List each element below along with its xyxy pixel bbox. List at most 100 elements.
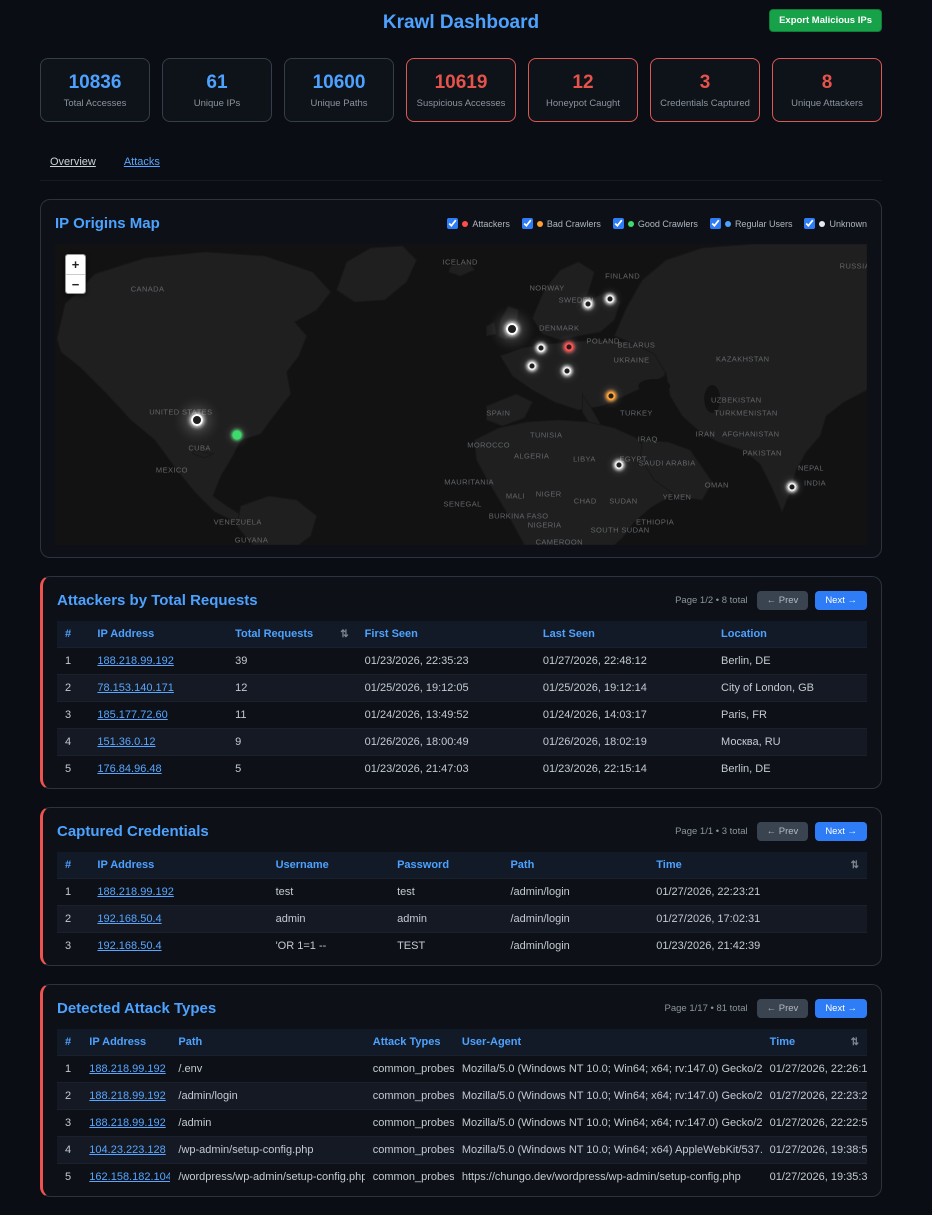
ip-link[interactable]: 188.218.99.192 <box>97 886 173 898</box>
table-row: 2188.218.99.192/admin/logincommon_probes… <box>57 1083 867 1110</box>
ip-link[interactable]: 162.158.182.104 <box>89 1171 170 1183</box>
map-marker-unknown[interactable] <box>528 361 537 370</box>
next-button[interactable]: Next → <box>815 591 867 610</box>
table-row: 4151.36.0.12901/26/2026, 18:00:4901/26/2… <box>57 729 867 756</box>
table-cell: 162.158.182.104 <box>81 1164 170 1191</box>
zoom-in-button[interactable]: + <box>66 255 85 274</box>
zoom-out-button[interactable]: − <box>66 274 85 293</box>
sort-icon[interactable]: ⇅ <box>851 860 859 871</box>
prev-button[interactable]: ← Prev <box>757 822 809 841</box>
table-cell: 12 <box>227 675 357 702</box>
tab-attacks[interactable]: Attacks <box>124 156 160 168</box>
sort-icon[interactable]: ⇅ <box>340 629 348 640</box>
map-marker-unknown[interactable] <box>615 460 624 469</box>
map-marker-unknown[interactable] <box>191 414 203 426</box>
stat-card-unique-paths: 10600 Unique Paths <box>284 58 394 122</box>
legend-label: Attackers <box>472 219 510 229</box>
section-attackers-by-total-requests: Attackers by Total RequestsPage 1/2 • 8 … <box>40 576 882 789</box>
page-info: Page 1/17 • 81 total <box>665 1003 748 1014</box>
legend-item-good-crawlers[interactable]: Good Crawlers <box>613 218 698 229</box>
column-label: User-Agent <box>462 1036 521 1048</box>
column-header-path: Path <box>502 852 648 879</box>
table-cell: 3 <box>57 1110 81 1137</box>
table-cell: 11 <box>227 702 357 729</box>
column-header-total-requests[interactable]: Total Requests⇅ <box>227 621 357 648</box>
ip-link[interactable]: 176.84.96.48 <box>97 763 161 775</box>
legend-dot <box>628 221 634 227</box>
ip-link[interactable]: 151.36.0.12 <box>97 736 155 748</box>
map-marker-attacker[interactable] <box>564 342 573 351</box>
table-cell: 01/23/2026, 22:15:14 <box>535 756 713 783</box>
legend-dot <box>537 221 543 227</box>
table-cell: common_probes <box>365 1164 454 1191</box>
ip-link[interactable]: 185.177.72.60 <box>97 709 167 721</box>
legend-item-unknown[interactable]: Unknown <box>804 218 867 229</box>
page-title: Krawl Dashboard <box>383 12 539 34</box>
legend-item-attackers[interactable]: Attackers <box>447 218 510 229</box>
stat-value: 10600 <box>313 72 366 94</box>
column-label: Attack Types <box>373 1036 441 1048</box>
ip-link[interactable]: 78.153.140.171 <box>97 682 173 694</box>
map-marker-good-crawler[interactable] <box>232 431 241 440</box>
prev-button[interactable]: ← Prev <box>757 999 809 1018</box>
ip-link[interactable]: 104.23.223.128 <box>89 1144 165 1156</box>
table-cell: Москва, RU <box>713 729 867 756</box>
ip-link[interactable]: 188.218.99.192 <box>89 1063 165 1075</box>
table-cell: Mozilla/5.0 (Windows NT 10.0; Win64; x64… <box>454 1137 762 1164</box>
column-header-location: Location <box>713 621 867 648</box>
table-cell: 192.168.50.4 <box>89 933 267 960</box>
table-cell: 188.218.99.192 <box>89 879 267 906</box>
ip-link[interactable]: 192.168.50.4 <box>97 940 161 952</box>
ip-link[interactable]: 188.218.99.192 <box>97 655 173 667</box>
table-cell: 1 <box>57 879 89 906</box>
legend-dot <box>725 221 731 227</box>
next-button[interactable]: Next → <box>815 822 867 841</box>
column-header-time[interactable]: Time⇅ <box>648 852 867 879</box>
table-cell: /admin <box>170 1110 364 1137</box>
stats-row: 10836 Total Accesses 61 Unique IPs 10600… <box>40 58 882 122</box>
map-marker-bad-crawler[interactable] <box>607 392 616 401</box>
table-cell: Mozilla/5.0 (Windows NT 10.0; Win64; x64… <box>454 1056 762 1083</box>
ip-link[interactable]: 192.168.50.4 <box>97 913 161 925</box>
column-header-: # <box>57 621 89 648</box>
ip-link[interactable]: 188.218.99.192 <box>89 1090 165 1102</box>
prev-button[interactable]: ← Prev <box>757 591 809 610</box>
legend-item-bad-crawlers[interactable]: Bad Crawlers <box>522 218 601 229</box>
map-marker-unknown[interactable] <box>537 344 546 353</box>
table-row: 2192.168.50.4adminadmin/admin/login01/27… <box>57 906 867 933</box>
section-detected-attack-types: Detected Attack TypesPage 1/17 • 81 tota… <box>40 984 882 1197</box>
column-header-time[interactable]: Time⇅ <box>762 1029 867 1056</box>
legend-checkbox[interactable] <box>613 218 624 229</box>
table-cell: 188.218.99.192 <box>81 1083 170 1110</box>
map-marker-unknown[interactable] <box>563 367 572 376</box>
legend-checkbox[interactable] <box>447 218 458 229</box>
next-button[interactable]: Next → <box>815 999 867 1018</box>
legend-item-regular-users[interactable]: Regular Users <box>710 218 793 229</box>
stat-value: 12 <box>572 72 593 94</box>
ip-link[interactable]: 188.218.99.192 <box>89 1117 165 1129</box>
table-cell: 01/23/2026, 21:42:39 <box>648 933 867 960</box>
table-cell: 01/26/2026, 18:02:19 <box>535 729 713 756</box>
column-header-ip-address: IP Address <box>89 852 267 879</box>
map-marker-unknown[interactable] <box>506 323 518 335</box>
map-marker-unknown[interactable] <box>583 299 592 308</box>
table-cell: 185.177.72.60 <box>89 702 227 729</box>
stat-value: 3 <box>700 72 711 94</box>
world-map <box>55 244 867 545</box>
map-marker-unknown[interactable] <box>788 482 797 491</box>
tab-overview[interactable]: Overview <box>50 156 96 168</box>
table-header-row: #IP AddressPathAttack TypesUser-AgentTim… <box>57 1029 867 1056</box>
legend-checkbox[interactable] <box>710 218 721 229</box>
export-malicious-ips-button[interactable]: Export Malicious IPs <box>769 9 882 32</box>
legend-checkbox[interactable] <box>804 218 815 229</box>
column-header-ip-address: IP Address <box>81 1029 170 1056</box>
legend-checkbox[interactable] <box>522 218 533 229</box>
table-cell: Berlin, DE <box>713 756 867 783</box>
sort-icon[interactable]: ⇅ <box>851 1037 859 1048</box>
column-header-: # <box>57 1029 81 1056</box>
map-marker-unknown[interactable] <box>605 295 614 304</box>
map-canvas[interactable]: + − CANADAICELANDNORWAYSWEDENFINLANDRUSS… <box>55 244 867 545</box>
stat-label: Unique Attackers <box>791 98 863 109</box>
table-cell: 'OR 1=1 -- <box>268 933 390 960</box>
table-cell: /admin/login <box>170 1083 364 1110</box>
